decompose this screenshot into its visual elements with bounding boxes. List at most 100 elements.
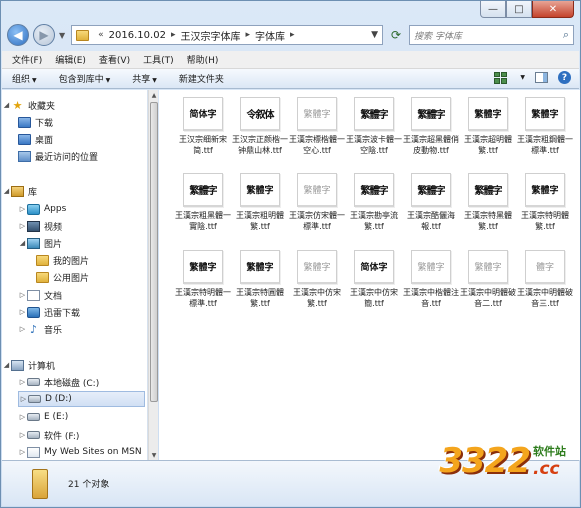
nav-item-recent-places[interactable]: 最近访问的位置 xyxy=(18,148,137,164)
share-button[interactable]: 共享 ▼ xyxy=(132,72,157,85)
collapse-arrow-icon[interactable]: ▷ xyxy=(18,431,27,439)
nav-drive-c[interactable]: ▷ 本地磁盘 (C:) xyxy=(18,374,137,390)
nav-computer[interactable]: ◢ 计算机 xyxy=(2,357,137,373)
expand-arrow-icon[interactable]: ◢ xyxy=(2,101,11,109)
collapse-arrow-icon[interactable]: ▷ xyxy=(18,325,27,333)
menu-edit[interactable]: 编辑(E) xyxy=(55,53,86,66)
font-file-item[interactable]: 简体字 王漢宗中仿宋簡.ttf xyxy=(346,250,402,309)
new-folder-button[interactable]: 新建文件夹 xyxy=(179,72,224,85)
view-dropdown-icon[interactable]: ▼ xyxy=(520,74,525,81)
font-file-item[interactable]: 繁體字 王漢宗標楷體一空心.ttf xyxy=(289,97,345,156)
font-file-item[interactable]: 繁體字 王漢宗勘亭流繁.ttf xyxy=(346,173,402,232)
breadcrumb-segment[interactable]: 字体库 xyxy=(255,28,285,43)
font-preview-thumbnail: 繁體字 xyxy=(525,173,565,207)
breadcrumb-segment[interactable]: 王汉宗字体库 xyxy=(180,28,240,43)
help-icon[interactable]: ? xyxy=(558,71,571,84)
font-file-item[interactable]: 繁體字 王漢宗特圓體繁.ttf xyxy=(232,250,288,309)
nav-libraries[interactable]: ◢ 库 xyxy=(2,183,137,199)
item-count: 21 个对象 xyxy=(68,480,110,490)
collapse-arrow-icon[interactable]: ▷ xyxy=(18,448,27,456)
font-preview-thumbnail: 令叙体 xyxy=(240,97,280,131)
menu-help[interactable]: 帮助(H) xyxy=(187,53,219,66)
font-file-item[interactable]: 繁體字 王漢宗超黑體俏皮動物.ttf xyxy=(403,97,459,156)
font-file-item[interactable]: 繁體字 王漢宗酷儷海報.ttf xyxy=(403,173,459,232)
breadcrumb-separator-icon[interactable]: ▸ xyxy=(171,30,176,40)
nav-drive-e[interactable]: ▷ E (E:) xyxy=(18,409,137,425)
recent-pages-dropdown-icon[interactable]: ▼ xyxy=(59,31,65,40)
command-bar-right: ▼ ? xyxy=(494,71,571,84)
font-file-item[interactable]: 繁體字 王漢宗中楷體注音.ttf xyxy=(403,250,459,309)
watermark-logo: 3322 xyxy=(439,441,531,481)
font-preview-thumbnail: 繁體字 xyxy=(240,250,280,284)
scrollbar-thumb[interactable] xyxy=(150,102,158,402)
drive-icon xyxy=(27,378,40,386)
collapse-arrow-icon[interactable]: ▷ xyxy=(18,222,27,230)
font-file-item[interactable]: 繁體字 王漢宗中仿宋繁.ttf xyxy=(289,250,345,309)
nav-drive-d[interactable]: ▷ D (D:) xyxy=(18,391,145,407)
downloads-folder-icon xyxy=(18,116,31,128)
font-file-item[interactable]: 繁體字 王漢宗粗黑體一實陰.ttf xyxy=(175,173,231,232)
preview-pane-icon[interactable] xyxy=(535,72,548,83)
font-file-item[interactable]: 繁體字 王漢宗特明體一標準.ttf xyxy=(175,250,231,309)
nav-my-web-sites[interactable]: ▷ My Web Sites on MSN xyxy=(18,444,142,460)
desktop-icon xyxy=(18,133,31,145)
change-view-icon[interactable] xyxy=(494,71,508,84)
nav-item-music[interactable]: ▷ ♪ 音乐 xyxy=(18,321,137,337)
collapse-arrow-icon[interactable]: ▷ xyxy=(18,291,27,299)
nav-favorites[interactable]: ◢ ★ 收藏夹 xyxy=(2,97,137,113)
collapse-arrow-icon[interactable]: ▷ xyxy=(18,378,27,386)
navigation-scrollbar[interactable]: ▲ ▼ xyxy=(148,90,158,460)
menu-tools[interactable]: 工具(T) xyxy=(143,53,174,66)
font-file-item[interactable]: 體字 王漢宗中明體破音三.ttf xyxy=(517,250,573,309)
expand-arrow-icon[interactable]: ◢ xyxy=(2,361,11,369)
file-name: 王漢宗酷儷海報.ttf xyxy=(407,211,455,231)
nav-item-documents[interactable]: ▷ 文档 xyxy=(18,287,137,303)
nav-item-apps[interactable]: ▷ Apps xyxy=(18,201,137,217)
address-dropdown-icon[interactable]: ▼ xyxy=(371,30,378,40)
expand-arrow-icon[interactable]: ◢ xyxy=(2,187,11,195)
forward-button[interactable]: ▶ xyxy=(33,24,55,46)
maximize-button[interactable]: □ xyxy=(506,1,532,18)
organize-button[interactable]: 组织 ▼ xyxy=(12,72,37,85)
expand-arrow-icon[interactable]: ◢ xyxy=(18,239,27,247)
back-button[interactable]: ◀ xyxy=(7,24,29,46)
close-button[interactable]: ✕ xyxy=(532,1,574,18)
include-in-library-button[interactable]: 包含到库中 ▼ xyxy=(59,72,111,85)
font-file-item[interactable]: 繁體字 王漢宗超明體繁.ttf xyxy=(460,97,516,156)
font-file-item[interactable]: 繁體字 王漢宗特明體繁.ttf xyxy=(517,173,573,232)
collapse-arrow-icon[interactable]: ▷ xyxy=(18,308,27,316)
nav-item-my-pictures[interactable]: 我的图片 xyxy=(36,252,137,268)
font-file-item[interactable]: 繁體字 王漢宗仿宋體一標準.ttf xyxy=(289,173,345,232)
collapse-arrow-icon[interactable]: ▷ xyxy=(18,413,27,421)
address-bar[interactable]: « 2016.10.02 ▸ 王汉宗字体库 ▸ 字体库 ▸ ▼ xyxy=(71,25,383,45)
font-file-item[interactable]: 令叙体 王汉宗正颜楷一钟鼎山林.ttf xyxy=(232,97,288,156)
breadcrumb-separator-icon[interactable]: ▸ xyxy=(245,30,250,40)
font-file-item[interactable]: 繁體字 王漢宗粗明體繁.ttf xyxy=(232,173,288,232)
search-input[interactable]: 搜索 字体库 ⌕ xyxy=(409,25,574,45)
nav-item-pictures[interactable]: ◢ 图片 xyxy=(18,235,137,251)
minimize-button[interactable]: — xyxy=(480,1,506,18)
breadcrumb-separator-icon[interactable]: ▸ xyxy=(290,30,295,40)
scroll-down-icon[interactable]: ▼ xyxy=(149,450,159,460)
nav-item-public-pictures[interactable]: 公用图片 xyxy=(36,269,137,285)
font-file-item[interactable]: 繁體字 王漢宗中明體破音二.ttf xyxy=(460,250,516,309)
refresh-icon[interactable]: ⟳ xyxy=(387,26,405,44)
nav-item-downloads[interactable]: 下载 xyxy=(18,114,137,130)
collapse-arrow-icon[interactable]: ▷ xyxy=(18,205,27,213)
font-file-item[interactable]: 繁體字 王漢宗波卡體一空陰.ttf xyxy=(346,97,402,156)
scroll-up-icon[interactable]: ▲ xyxy=(149,90,159,100)
nav-item-videos[interactable]: ▷ 视频 xyxy=(18,218,137,234)
menu-file[interactable]: 文件(F) xyxy=(12,53,42,66)
nav-item-desktop[interactable]: 桌面 xyxy=(18,131,137,147)
menu-view[interactable]: 查看(V) xyxy=(99,53,130,66)
address-prefix[interactable]: « xyxy=(98,30,104,40)
search-icon[interactable]: ⌕ xyxy=(563,28,569,42)
font-preview-thumbnail: 繁體字 xyxy=(297,173,337,207)
nav-drive-f[interactable]: ▷ 软件 (F:) xyxy=(18,427,137,443)
nav-item-thunder-downloads[interactable]: ▷ 迅雷下载 xyxy=(18,304,137,320)
collapse-arrow-icon[interactable]: ▷ xyxy=(19,395,28,403)
breadcrumb-segment[interactable]: 2016.10.02 xyxy=(109,30,166,41)
font-file-item[interactable]: 简体字 王汉宗细新宋简.ttf xyxy=(175,97,231,156)
font-file-item[interactable]: 繁體字 王漢宗特黑體繁.ttf xyxy=(460,173,516,232)
font-file-item[interactable]: 繁體字 王漢宗粗鋼體一標準.ttf xyxy=(517,97,573,156)
